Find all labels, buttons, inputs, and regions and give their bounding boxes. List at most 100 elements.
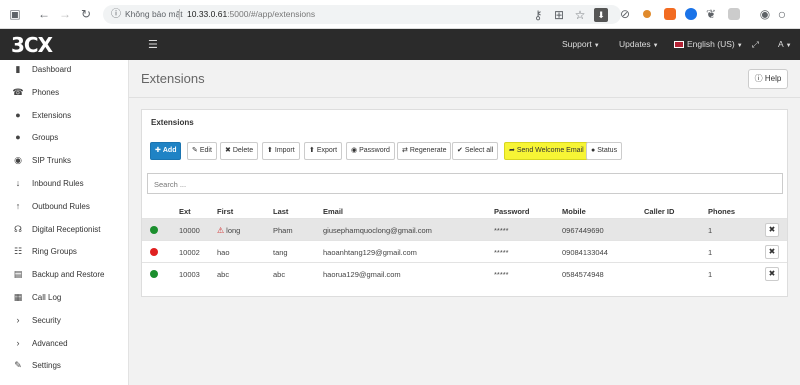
help-button[interactable]: ⓘ Help: [748, 69, 788, 89]
cell-password: *****: [494, 270, 509, 279]
extension-grey-icon[interactable]: [728, 8, 740, 20]
column-header-first[interactable]: First: [217, 207, 233, 216]
cell-first: hao: [217, 248, 230, 257]
sidebar-item-settings[interactable]: ✎ Settings: [0, 356, 129, 378]
security-label: Không bảo mật: [125, 9, 183, 19]
sidebar-item-outbound-rules[interactable]: ↑ Outbound Rules: [0, 197, 129, 219]
cell-ext: 10003: [179, 270, 200, 279]
forward-icon[interactable]: →: [58, 7, 72, 21]
table-row[interactable]: 10003 abc abc haorua129@gmail.com ***** 05845…: [142, 262, 787, 284]
sidebar-item-label: Security: [32, 315, 61, 325]
url-text[interactable]: 10.33.0.61:5000/#/app/extensions: [187, 9, 315, 19]
delete-button[interactable]: ✖ Delete: [220, 142, 259, 160]
sidebar-item-label: Groups: [32, 133, 59, 143]
extension-blue-icon[interactable]: [685, 8, 697, 20]
cell-email: giusephamquoclong@gmail.com: [323, 226, 432, 235]
url-path: :5000/#/app/extensions: [227, 9, 316, 19]
translate-icon[interactable]: ⊞: [552, 8, 566, 22]
cell-phones: 1: [708, 226, 713, 235]
delete-row-icon[interactable]: ✖: [765, 223, 779, 237]
edit-button[interactable]: ✎ Edit: [187, 142, 217, 160]
sidebar-item-label: Digital Receptionist: [32, 224, 101, 234]
cell-mobile: 0967449690: [562, 226, 604, 235]
column-header-last[interactable]: Last: [273, 207, 288, 216]
back-icon[interactable]: ←: [37, 7, 51, 21]
extension-square-icon[interactable]: [664, 8, 676, 20]
sidebar-item-ring-groups[interactable]: ☷ Ring Groups: [0, 242, 129, 264]
account-icon[interactable]: ◉: [758, 7, 772, 21]
profile-circle-icon[interactable]: ○: [775, 7, 789, 21]
info-icon[interactable]: ⓘ: [111, 8, 121, 21]
page-title: Extensions: [141, 71, 205, 86]
search-placeholder: Search ...: [154, 180, 187, 189]
select-all-button[interactable]: ✔ Select all: [452, 142, 499, 160]
add-button[interactable]: ✚ Add: [150, 142, 182, 160]
sidebar-item-label: Settings: [32, 361, 61, 371]
updates-menu[interactable]: Updates ▼: [619, 39, 659, 49]
cell-mobile: 0584574948: [562, 270, 604, 279]
fullscreen-icon[interactable]: ⤢: [752, 39, 759, 50]
cell-password: *****: [494, 226, 509, 235]
cell-ext: 10000: [179, 226, 200, 235]
column-header-phones[interactable]: Phones: [708, 207, 735, 216]
sidebar-item-label: Phones: [32, 87, 60, 97]
delete-row-icon[interactable]: ✖: [765, 245, 779, 259]
x-icon: ✖: [225, 147, 231, 154]
sidebar-item-advanced[interactable]: › Advanced: [0, 334, 129, 356]
extension-leaf-icon[interactable]: ❦: [704, 7, 718, 21]
status-dot: [150, 248, 158, 256]
search-input[interactable]: Search ...: [147, 173, 783, 194]
menu-toggle-icon[interactable]: ☰: [148, 38, 158, 51]
column-header-caller-id[interactable]: Caller ID: [644, 207, 674, 216]
log-icon: ▦: [13, 292, 23, 302]
reload-icon[interactable]: ↻: [79, 7, 93, 21]
support-menu[interactable]: Support ▼: [562, 39, 600, 49]
regenerate-button[interactable]: ⇄ Regenerate: [397, 142, 452, 160]
download-icon[interactable]: ⬇: [594, 8, 608, 22]
sidebar-item-label: Ring Groups: [32, 247, 77, 257]
column-header-ext[interactable]: Ext: [179, 207, 191, 216]
logo[interactable]: 3CX: [11, 33, 53, 57]
send-welcome-email-button[interactable]: ➦ Send Welcome Email: [504, 142, 589, 160]
sidebar-item-dashboard[interactable]: ▮ Dashboard: [0, 60, 129, 82]
language-menu[interactable]: English (US) ▼: [674, 39, 743, 49]
cell-phones: 1: [708, 248, 713, 257]
sidebar-item-inbound-rules[interactable]: ↓ Inbound Rules: [0, 174, 129, 196]
address-bar[interactable]: ⓘ Không bảo mật 10.33.0.61:5000/#/app/ex…: [103, 5, 621, 24]
sidebar-item-phones[interactable]: ☎ Phones: [0, 83, 129, 105]
us-flag-icon: [674, 41, 684, 48]
password-button[interactable]: ◉ Password: [346, 142, 395, 160]
status-button[interactable]: ● Status: [586, 142, 623, 160]
sidebar-item-security[interactable]: › Security: [0, 311, 129, 333]
column-header-mobile[interactable]: Mobile: [562, 207, 586, 216]
sidebar-item-call-log[interactable]: ▦ Call Log: [0, 288, 129, 310]
sidebar-toggle-icon[interactable]: ▣: [8, 7, 22, 21]
cell-last: tang: [273, 248, 288, 257]
sidebar-item-backup-and-restore[interactable]: ▤ Backup and Restore: [0, 265, 129, 287]
warning-icon: ⚠: [217, 226, 225, 235]
table-row[interactable]: 10002 hao tang haoanhtang129@gmail.com *****…: [142, 240, 787, 262]
column-header-email[interactable]: Email: [323, 207, 343, 216]
export-button[interactable]: ⬆ Export: [304, 142, 343, 160]
key-icon[interactable]: ⚷: [531, 8, 545, 22]
import-button[interactable]: ⬆ Import: [262, 142, 300, 160]
sidebar-item-label: Outbound Rules: [32, 201, 90, 211]
user-menu[interactable]: A ▼: [778, 39, 792, 49]
circle-icon: ●: [591, 147, 596, 154]
bookmark-star-icon[interactable]: ☆: [573, 8, 587, 22]
sidebar-item-digital-receptionist[interactable]: ☊ Digital Receptionist: [0, 220, 129, 242]
extension-orange-icon[interactable]: [643, 10, 651, 18]
globe-icon: ◉: [14, 155, 22, 166]
sidebar-item-sip-trunks[interactable]: ◉ SIP Trunks: [0, 151, 129, 173]
bar-chart-icon: ▮: [15, 64, 21, 74]
table-row[interactable]: 10000 ⚠ long Pham giusephamquoclong@gmail.co…: [142, 218, 787, 240]
sidebar-item-extensions[interactable]: ● Extensions: [0, 106, 129, 128]
column-header-password[interactable]: Password: [494, 207, 529, 216]
sidebar-item-groups[interactable]: ● Groups: [0, 128, 129, 150]
users-icon: ●: [15, 132, 21, 143]
url-separator: [179, 9, 180, 20]
sidebar-item-label: SIP Trunks: [32, 156, 71, 166]
delete-row-icon[interactable]: ✖: [765, 267, 779, 281]
download-icon: ⬆: [309, 147, 315, 154]
extension-block-icon[interactable]: ⊘: [618, 7, 632, 21]
